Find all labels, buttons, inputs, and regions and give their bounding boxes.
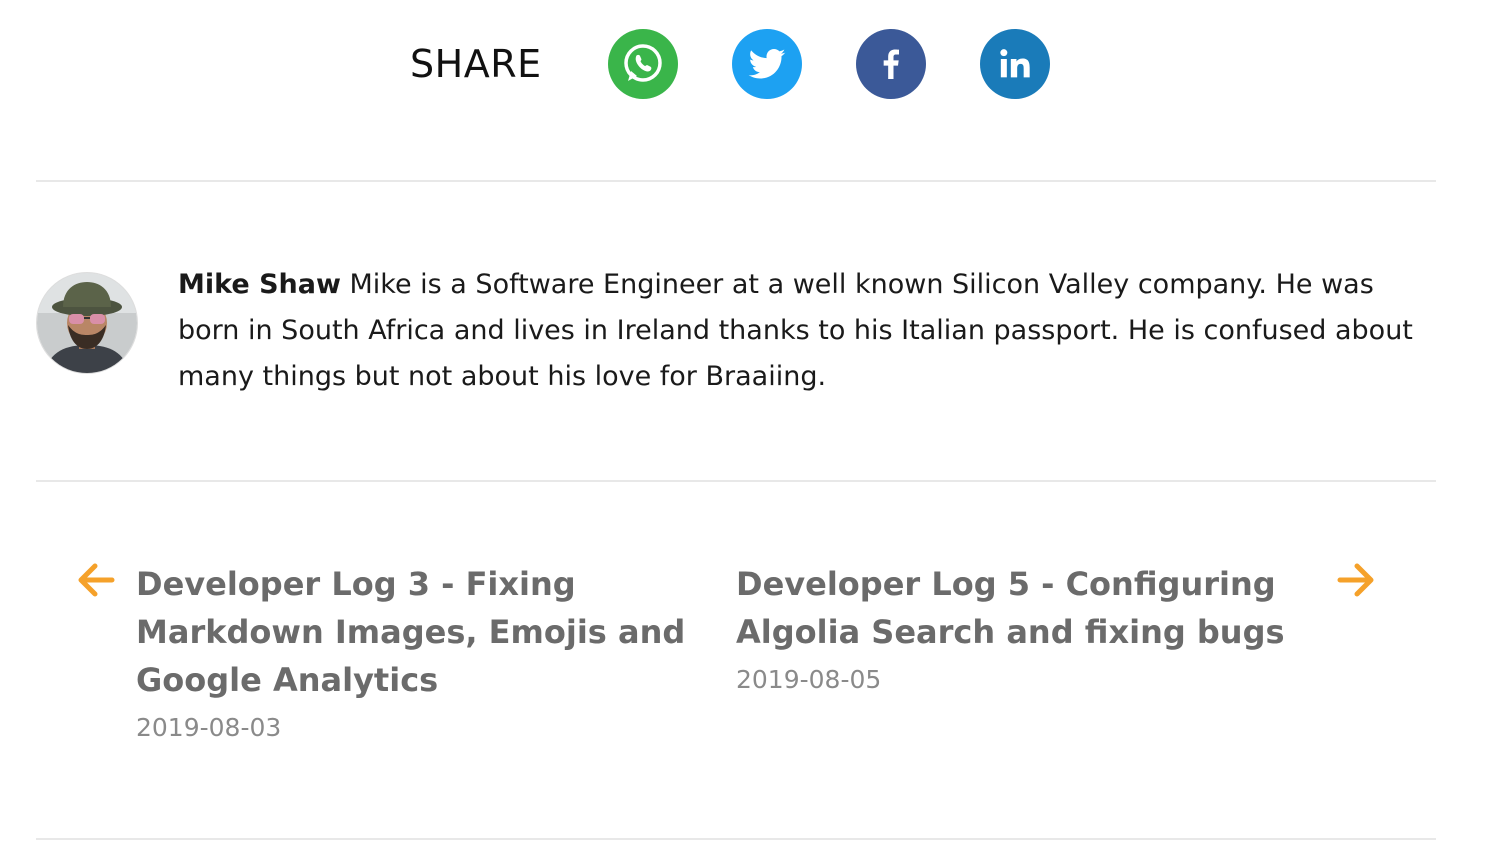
whatsapp-share-button[interactable] <box>607 29 678 99</box>
divider <box>36 180 1436 182</box>
next-post-title[interactable]: Developer Log 5 - Configuring Algolia Se… <box>736 560 1296 656</box>
linkedin-share-button[interactable] <box>979 29 1050 99</box>
facebook-share-button[interactable] <box>855 29 926 99</box>
previous-post-arrow[interactable] <box>76 560 116 600</box>
arrow-right-icon <box>1337 563 1374 597</box>
avatar-photo <box>37 273 137 373</box>
previous-post: Developer Log 3 - Fixing Markdown Images… <box>136 560 736 746</box>
divider <box>36 480 1436 482</box>
linkedin-icon <box>999 49 1030 78</box>
share-bar: SHARE <box>410 29 1050 99</box>
whatsapp-icon <box>623 44 662 82</box>
divider <box>36 838 1436 840</box>
previous-post-title[interactable]: Developer Log 3 - Fixing Markdown Images… <box>136 560 736 704</box>
facebook-icon <box>883 49 899 79</box>
twitter-icon <box>748 49 785 79</box>
author-box: Mike Shaw Mike is a Software Engineer at… <box>36 262 1436 400</box>
author-name[interactable]: Mike Shaw <box>178 269 341 300</box>
share-label: SHARE <box>410 42 542 86</box>
author-bio: Mike Shaw Mike is a Software Engineer at… <box>178 262 1418 400</box>
post-navigation: Developer Log 3 - Fixing Markdown Images… <box>76 560 1396 780</box>
author-bio-text: Mike is a Software Engineer at a well kn… <box>178 269 1413 392</box>
next-post-date: 2019-08-05 <box>736 665 882 694</box>
twitter-share-button[interactable] <box>731 29 802 99</box>
arrow-left-icon <box>78 563 115 597</box>
next-post: Developer Log 5 - Configuring Algolia Se… <box>736 560 1296 698</box>
author-avatar[interactable] <box>36 272 138 374</box>
next-post-arrow[interactable] <box>1336 560 1376 600</box>
previous-post-date: 2019-08-03 <box>136 713 282 742</box>
